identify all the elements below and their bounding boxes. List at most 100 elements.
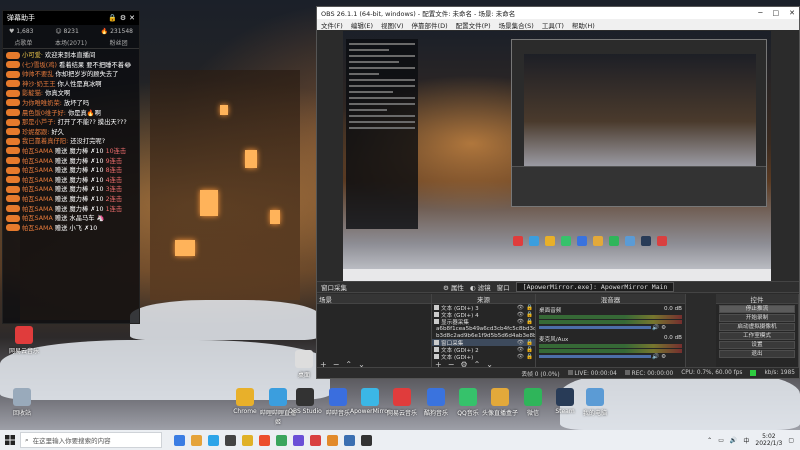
source-item[interactable]: 显示器采集 👁 🔒: [432, 318, 535, 325]
source-type-icon: [434, 340, 439, 345]
speaker-icon[interactable]: 🔊: [652, 354, 659, 360]
source-item[interactable]: 文本 (GDI+) 3 👁 🔒: [432, 304, 535, 311]
desktop-icon[interactable]: 回收站: [2, 388, 42, 417]
channel-settings-icon[interactable]: ⚙: [661, 354, 666, 360]
control-button[interactable]: 开始录制: [719, 314, 795, 322]
chat-user: 帕瓦SAMA: [22, 205, 53, 213]
source-item[interactable]: a6b8f1cea5b49a6cd3cb4fc5c8bd3d0c👁🔒: [432, 325, 535, 332]
network-icon[interactable]: ▭: [718, 437, 724, 444]
source-item[interactable]: b3d8c2ad9b6e1f9d5b5d6d4ab3e8b48👁🔒: [432, 332, 535, 339]
taskbar-app-icon[interactable]: [276, 434, 287, 446]
menu-item[interactable]: 文件(F): [321, 20, 343, 30]
chat-text: 你真文啊: [45, 90, 71, 98]
lock-icon[interactable]: 🔒: [526, 347, 533, 353]
eye-icon[interactable]: 👁: [517, 347, 524, 353]
chat-text: 还没打完呢?: [70, 138, 106, 146]
taskbar-app-icon[interactable]: [242, 434, 253, 446]
chat-user: 我已靠着真仔阳:: [22, 138, 69, 146]
eye-icon[interactable]: 👁: [517, 319, 524, 325]
combo-count: 10连击: [105, 147, 127, 155]
source-type-icon: [434, 312, 439, 317]
start-button[interactable]: [0, 430, 20, 450]
chat-text: 赠送 魔力棒 ✗10: [54, 205, 104, 213]
app-icon: [459, 388, 477, 406]
tab-fan-club[interactable]: 粉丝团: [110, 38, 128, 47]
source-item[interactable]: 窗口采集 👁 🔒: [432, 339, 535, 346]
source-item[interactable]: 文本 (GDI+) 4 👁 🔒: [432, 311, 535, 318]
channel-db: 0.0 dB: [663, 306, 682, 312]
preview-chat-overlay: [346, 39, 418, 229]
desktop-icon[interactable]: 桌面: [284, 350, 324, 379]
eye-icon[interactable]: 👁: [517, 305, 524, 311]
control-button[interactable]: 工作室模式: [719, 332, 795, 340]
taskbar-app-icon[interactable]: [361, 434, 372, 446]
fan-badge: [6, 166, 20, 174]
app-icon: [361, 388, 379, 406]
fan-badge: [6, 109, 20, 117]
menu-item[interactable]: 配置文件(P): [456, 20, 491, 30]
danmaku-header: 弹幕助手 🔒 ⚙ ✕: [3, 11, 139, 25]
chat-message: 神沙·奶王王 你人性是真冰啊: [6, 80, 136, 90]
control-button[interactable]: 设置: [719, 341, 795, 349]
control-button[interactable]: 停止推流: [719, 305, 795, 313]
close-button[interactable]: ✕: [789, 9, 795, 17]
taskbar-app-icon[interactable]: [293, 434, 304, 446]
chat-message: 珍妮都跟: 好久: [6, 128, 136, 138]
combo-count: 1连击: [105, 205, 123, 213]
menu-item[interactable]: 场景集合(S): [499, 20, 534, 30]
chat-message: 小可爱· 欢迎来到本直播间: [6, 51, 136, 61]
controls-header: 控件: [716, 294, 798, 304]
fan-badge: [6, 137, 20, 145]
speaker-icon[interactable]: 🔊: [652, 325, 659, 331]
eye-icon[interactable]: 👁: [517, 340, 524, 346]
lock-icon[interactable]: 🔒: [526, 340, 533, 346]
preview-nested-preview: [524, 54, 756, 166]
filters-button[interactable]: ◐ 滤镜: [470, 282, 491, 292]
menu-item[interactable]: 视图(V): [381, 20, 404, 30]
maximize-button[interactable]: □: [773, 9, 780, 17]
minimize-button[interactable]: ─: [758, 9, 762, 17]
lock-icon[interactable]: 🔒: [526, 319, 533, 325]
taskbar-app-icon[interactable]: [310, 434, 321, 446]
lock-icon[interactable]: 🔒: [526, 305, 533, 311]
taskbar-app-icon[interactable]: [344, 434, 355, 446]
settings-icon[interactable]: ⚙: [120, 14, 126, 22]
lock-icon[interactable]: 🔒: [108, 14, 117, 22]
obs-preview[interactable]: [343, 31, 771, 281]
desktop-icon[interactable]: 网易云音乐: [4, 326, 44, 355]
notification-icon[interactable]: ▢: [788, 437, 794, 444]
chat-user: 帕瓦SAMA: [22, 147, 53, 155]
volume-icon[interactable]: 🔊: [730, 437, 737, 444]
menu-item[interactable]: 帮助(H): [572, 20, 595, 30]
taskbar-search[interactable]: ⌕ 在这里输入你要搜索的内容: [20, 432, 162, 448]
tab-session[interactable]: 本场(2071): [55, 38, 87, 47]
desktop-icon[interactable]: 我的电脑: [575, 388, 615, 417]
window-select[interactable]: [ApowerMirror.exe]: ApowerMirror Main: [515, 282, 675, 292]
tray-arrow-icon[interactable]: ⌃: [707, 437, 712, 444]
menu-item[interactable]: 工具(T): [542, 20, 564, 30]
control-button[interactable]: 退出: [719, 350, 795, 358]
hot-count: 🔥 231548: [100, 27, 133, 35]
volume-slider[interactable]: [539, 355, 651, 358]
ime-icon[interactable]: 中: [743, 436, 749, 445]
taskbar-app-icon[interactable]: [191, 434, 202, 446]
channel-settings-icon[interactable]: ⚙: [661, 325, 666, 331]
properties-button[interactable]: ⚙ 属性: [443, 282, 464, 292]
menu-item[interactable]: 停靠部件(D): [412, 20, 448, 30]
chat-message: 帕瓦SAMA 赠送 小飞 ✗10: [6, 224, 136, 234]
close-icon[interactable]: ✕: [129, 14, 135, 22]
eye-icon[interactable]: 👁: [517, 312, 524, 318]
taskbar-app-icon[interactable]: [225, 434, 236, 446]
lock-icon[interactable]: 🔒: [526, 312, 533, 318]
taskbar-app-icon[interactable]: [327, 434, 338, 446]
taskbar-app-icon[interactable]: [174, 434, 185, 446]
taskbar-app-icon[interactable]: [259, 434, 270, 446]
tab-song-list[interactable]: 点歌单: [14, 38, 32, 47]
menu-item[interactable]: 编辑(E): [351, 20, 373, 30]
clock[interactable]: 5:02 2022/1/3: [755, 433, 782, 447]
volume-slider[interactable]: [539, 326, 651, 329]
source-item[interactable]: 文本 (GDI+) 2 👁 🔒: [432, 346, 535, 353]
taskbar-app-icon[interactable]: [208, 434, 219, 446]
control-button[interactable]: 启动虚拟摄像机: [719, 323, 795, 331]
chat-user: 帕瓦SAMA: [22, 157, 53, 165]
